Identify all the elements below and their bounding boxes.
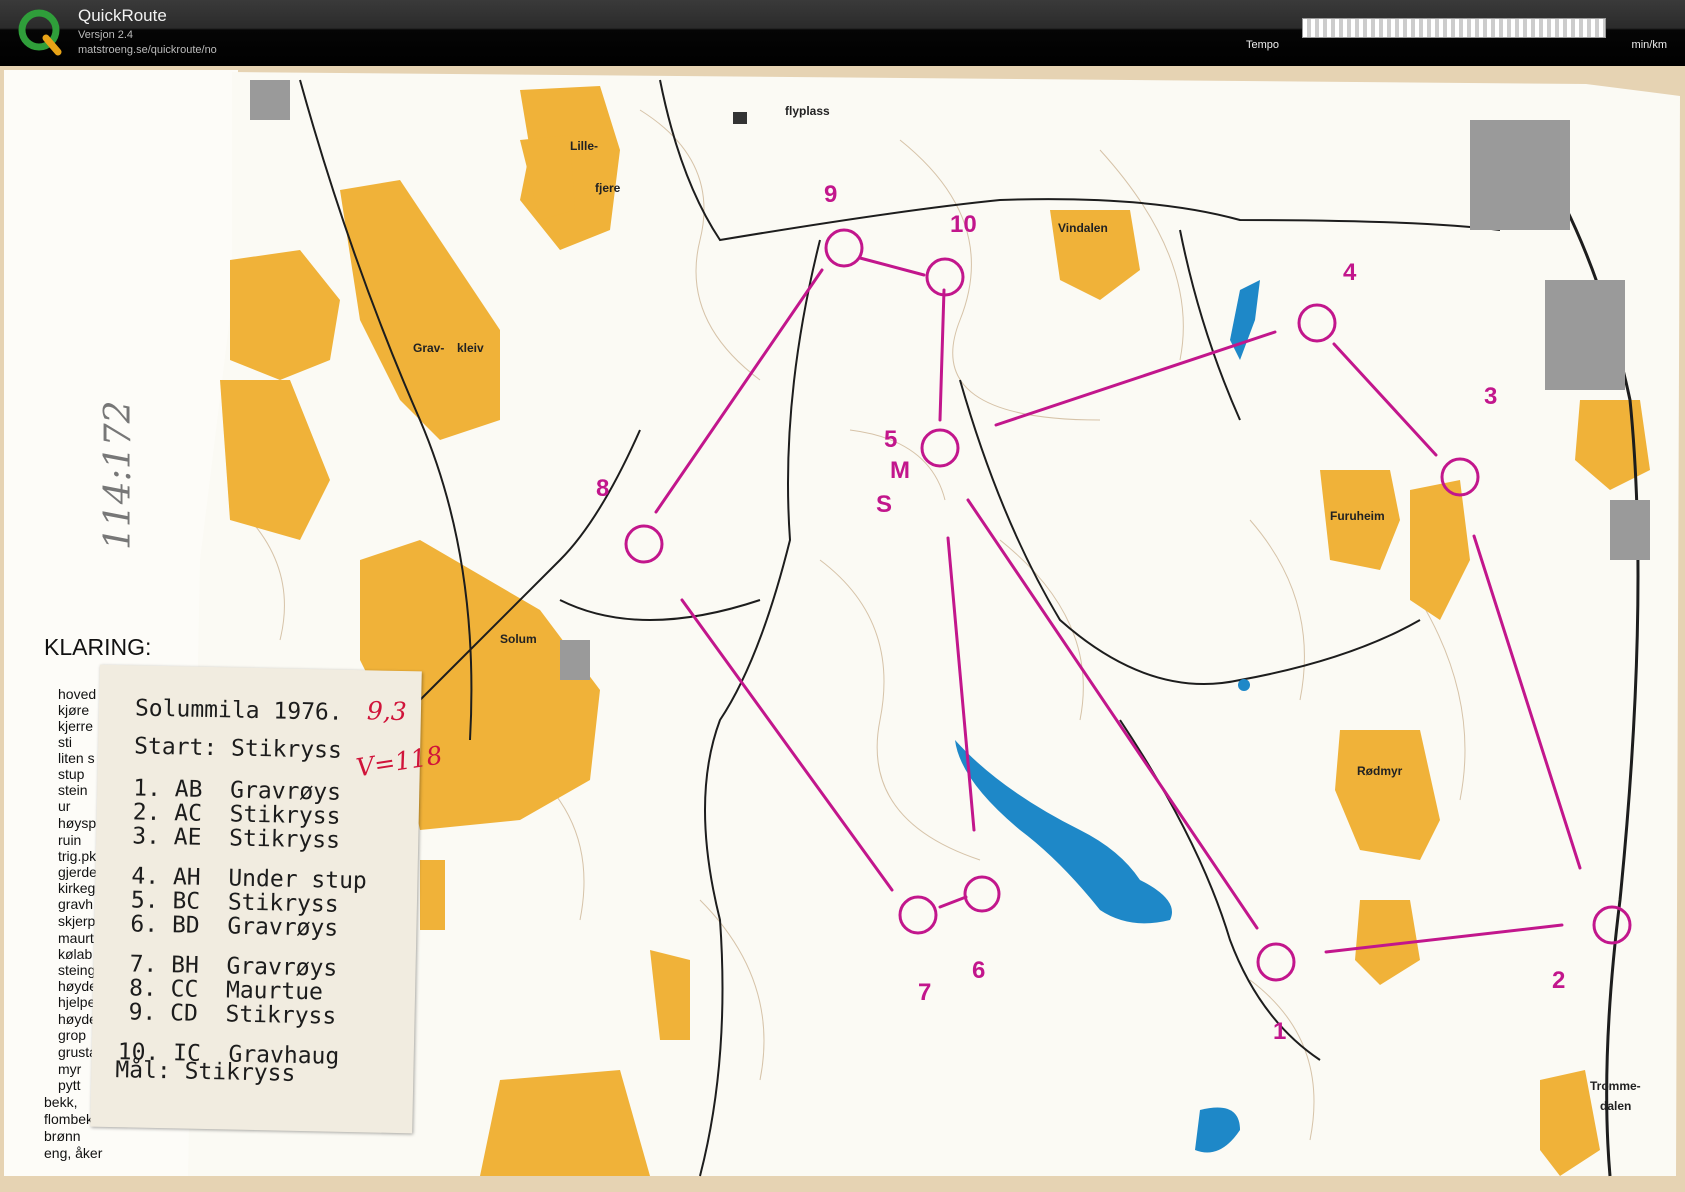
legend-item: stup [58,766,85,782]
legend-item: hoved [58,686,97,702]
app-title: QuickRoute [78,6,167,25]
legend-item: gjerde [58,864,97,880]
legend-item: høyde [58,1011,97,1027]
app-url-link[interactable]: matstroeng.se/quickroute/no [78,44,217,56]
place-tromme: Tromme- [1590,1079,1641,1093]
control-number-6: 6 [972,957,985,984]
tempo-label: Tempo [1246,39,1280,51]
place-rodmyr: Rødmyr [1357,764,1403,778]
legend-item: liten s [58,750,95,766]
control-number-4: 4 [1343,259,1357,286]
legend-item: steing [58,962,96,978]
course-control-row: 6. BD Gravrøys [130,911,339,942]
legend-item: skjerp [58,913,96,929]
start-symbol-m: M [890,457,910,484]
course-description-card: Solummila 1976. Start: Stikryss 1. AB Gr… [90,664,444,1134]
legend-item: ruin [58,832,82,848]
control-number-3: 3 [1484,383,1497,410]
quickroute-logo-icon [18,9,62,56]
course-control-row: 3. AE Stikryss [132,823,341,854]
legend-item: eng, åker [44,1145,103,1161]
place-fjere: fjere [595,181,621,195]
legend-item: bekk, [44,1094,78,1110]
control-number-5: 5 [884,426,897,453]
legend-item: maurt [58,930,94,946]
margin-handwriting: 114:172 [98,400,139,550]
place-flyplass: flyplass [785,104,830,118]
place-kleiv: kleiv [457,341,484,355]
legend-item: høysp [58,815,97,831]
course-control-row: 9. CD Stikryss [128,999,337,1030]
course-title: Solummila 1976. [134,695,343,726]
legend-item: trig.pk [58,848,97,864]
start-symbol-s: S [876,491,892,518]
app-version: Versjon 2.4 [78,29,134,41]
legend-item: kjerre [58,718,94,734]
place-vindalen: Vindalen [1058,221,1108,235]
legend-item: kjøre [58,702,90,718]
legend-item: stein [58,782,88,798]
tempo-unit-label: min/km [1631,39,1667,51]
place-dalen: dalen [1600,1099,1631,1113]
control-number-9: 9 [824,181,837,208]
course-start: Start: Stikryss [133,733,343,764]
control-number-8: 8 [596,475,609,502]
legend-item: myr [58,1061,82,1077]
place-grav: Grav- [413,341,444,355]
course-finish: Mål: Stikryss [115,1057,296,1087]
place-lille: Lille- [570,139,598,153]
tempo-color-scale [1302,18,1606,38]
legend-item: gravh [58,896,94,912]
legend-item: kølab [58,946,93,962]
legend-item: sti [58,734,72,750]
handwritten-distance: 9,3 [366,696,408,727]
place-furuheim: Furuheim [1330,509,1385,523]
control-number-10: 10 [950,211,977,238]
legend-item: grop [58,1027,87,1043]
legend-heading: KLARING: [44,634,151,660]
legend-item: brønn [44,1128,81,1144]
legend-item: kirkeg [58,880,96,896]
control-number-1: 1 [1273,1018,1286,1045]
legend-item: pytt [58,1077,81,1093]
app-header: QuickRoute Versjon 2.4 matstroeng.se/qui… [0,0,1685,66]
legend-item: høyde [58,978,97,994]
place-solum: Solum [500,632,537,646]
control-number-7: 7 [918,979,931,1006]
control-number-2: 2 [1552,967,1565,994]
legend-item: ur [58,798,71,814]
legend-item: hjelpe [58,994,96,1010]
